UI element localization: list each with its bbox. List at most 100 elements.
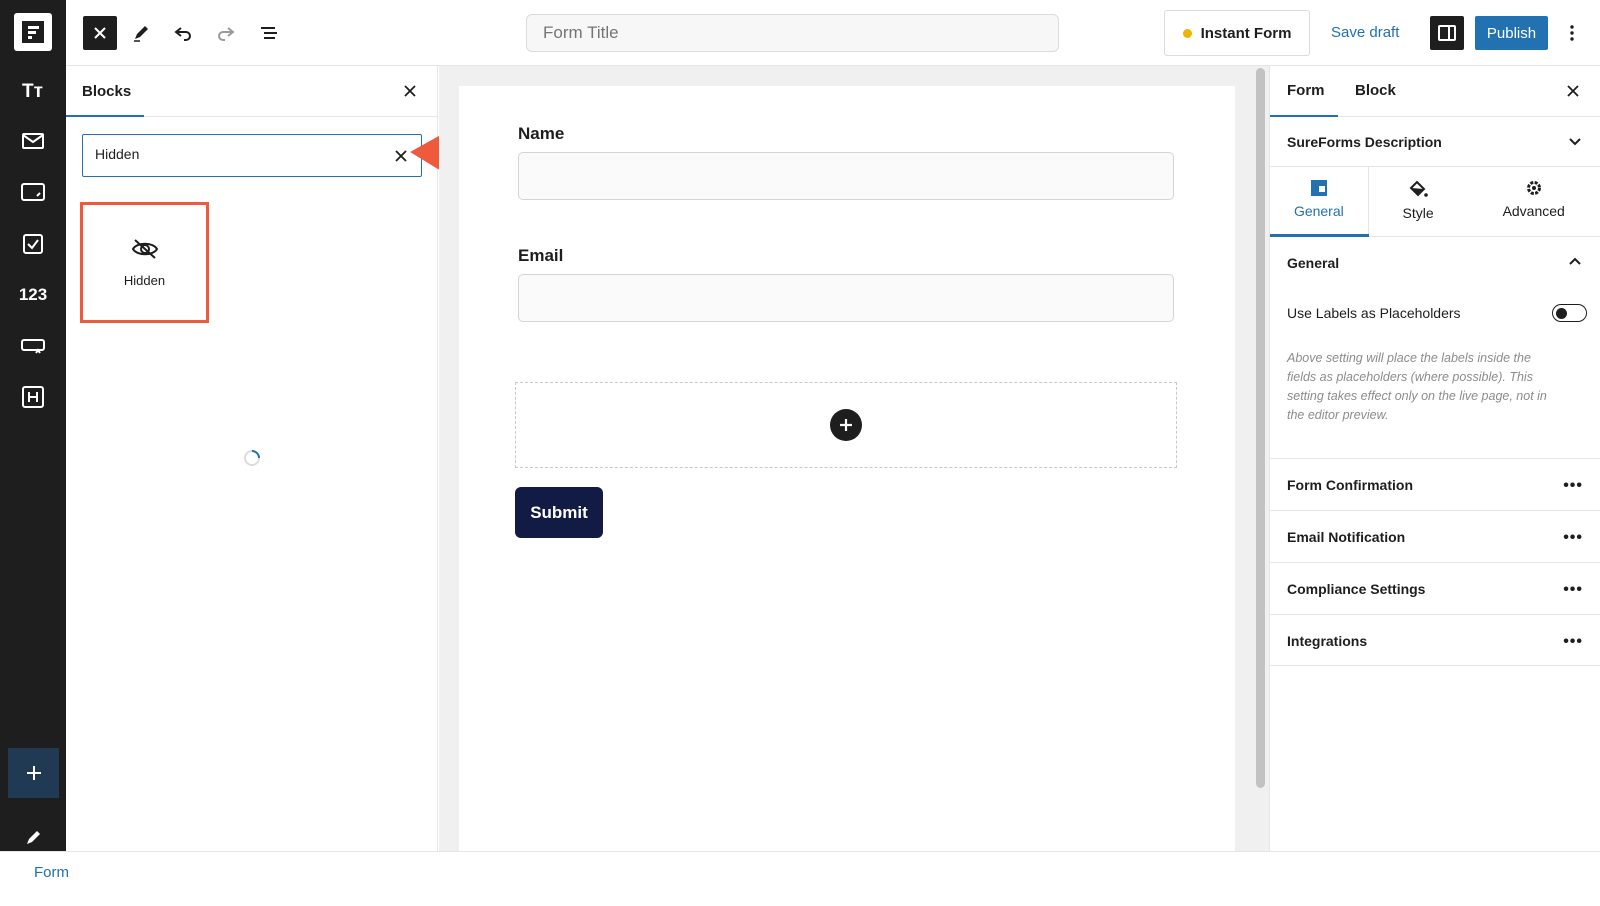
settings-sub-tabs: General Style Advanced xyxy=(1270,167,1600,237)
email-notification-row[interactable]: Email Notification ••• xyxy=(1270,510,1600,562)
more-horizontal-icon[interactable]: ••• xyxy=(1563,633,1583,651)
name-field-input[interactable] xyxy=(518,152,1174,200)
save-draft-button[interactable]: Save draft xyxy=(1331,24,1399,41)
settings-panel-toggle[interactable] xyxy=(1430,16,1464,50)
compliance-settings-row[interactable]: Compliance Settings ••• xyxy=(1270,562,1600,614)
name-field-label: Name xyxy=(518,124,565,143)
clear-icon xyxy=(395,150,407,162)
more-options-button[interactable] xyxy=(1562,16,1582,50)
footer-breadcrumb-bar: Form xyxy=(0,851,1600,906)
tab-block[interactable]: Block xyxy=(1355,82,1396,99)
sub-tab-general[interactable]: General xyxy=(1270,167,1369,237)
use-labels-placeholders-toggle[interactable] xyxy=(1552,304,1587,322)
top-toolbar: Instant Form Save draft Publish xyxy=(66,0,1600,66)
active-tab-indicator xyxy=(66,115,144,117)
sub-tab-style[interactable]: Style xyxy=(1369,167,1468,236)
use-labels-placeholders-row: Use Labels as Placeholders xyxy=(1287,301,1587,325)
svg-text:Tт: Tт xyxy=(22,81,43,102)
close-blocks-panel-button[interactable] xyxy=(399,80,421,102)
email-notification-label: Email Notification xyxy=(1287,529,1406,545)
block-search-input[interactable] xyxy=(95,146,375,162)
use-labels-placeholders-label: Use Labels as Placeholders xyxy=(1287,305,1461,321)
close-icon xyxy=(94,27,106,39)
submit-button[interactable]: Submit xyxy=(515,487,603,538)
close-sidebar-button[interactable] xyxy=(1562,80,1584,102)
blocks-panel: Blocks Hidden xyxy=(66,66,438,870)
typography-icon[interactable]: Tт xyxy=(0,70,66,110)
chevron-up-icon xyxy=(1569,257,1581,265)
general-panel-header[interactable]: General xyxy=(1270,237,1600,289)
form-canvas: Name Email Submit xyxy=(459,86,1235,870)
general-title: General xyxy=(1287,255,1340,271)
edit-tool-button[interactable] xyxy=(124,16,158,50)
loading-spinner-icon xyxy=(244,450,260,466)
publish-button[interactable]: Publish xyxy=(1475,16,1548,50)
more-horizontal-icon[interactable]: ••• xyxy=(1563,581,1583,599)
left-rail: Tт 123 xyxy=(0,0,66,870)
plus-icon xyxy=(26,766,41,780)
document-overview-button[interactable] xyxy=(252,16,286,50)
sureforms-logo[interactable] xyxy=(14,13,52,51)
instant-form-label: Instant Form xyxy=(1200,24,1292,42)
close-inserter-button[interactable] xyxy=(83,16,117,50)
kebab-icon xyxy=(1570,25,1574,41)
form-confirmation-label: Form Confirmation xyxy=(1287,477,1413,493)
gear-icon xyxy=(1526,181,1541,195)
description-panel-header[interactable]: SureForms Description xyxy=(1270,117,1600,167)
logo-icon xyxy=(22,21,44,43)
checkbox-icon[interactable] xyxy=(0,224,66,264)
more-horizontal-icon[interactable]: ••• xyxy=(1563,477,1583,495)
sidebar-toggle-icon xyxy=(1438,25,1456,41)
number-icon-label: 123 xyxy=(18,285,48,304)
settings-sidebar: Form Block SureForms Description General… xyxy=(1269,66,1600,870)
hidden-block-label: Hidden xyxy=(123,273,166,288)
email-field-label: Email xyxy=(518,246,564,265)
chevron-down-icon xyxy=(1569,138,1581,146)
blocks-panel-header: Blocks xyxy=(66,66,437,117)
sub-tab-advanced-label: Advanced xyxy=(1502,203,1565,219)
instant-form-button[interactable]: Instant Form xyxy=(1164,10,1310,56)
plus-icon xyxy=(840,419,852,431)
placeholder-help-text: Above setting will place the labels insi… xyxy=(1287,351,1547,422)
close-icon xyxy=(1567,85,1579,97)
pencil-icon xyxy=(134,26,148,42)
integrations-label: Integrations xyxy=(1287,633,1368,649)
sub-tab-advanced[interactable]: Advanced xyxy=(1467,167,1600,236)
toggle-knob xyxy=(1556,307,1567,319)
list-view-icon xyxy=(261,27,277,39)
sub-tab-style-label: Style xyxy=(1402,205,1434,221)
sidebar-tabs: Form Block xyxy=(1270,66,1600,117)
input-field-icon[interactable] xyxy=(0,172,66,212)
undo-icon xyxy=(174,27,191,41)
heading-icon[interactable] xyxy=(0,377,66,417)
dropdown-icon[interactable] xyxy=(0,326,66,366)
general-icon xyxy=(1310,180,1327,196)
number-icon[interactable]: 123 xyxy=(0,275,66,315)
add-block-button[interactable] xyxy=(8,748,59,798)
block-search-box xyxy=(82,134,422,177)
close-icon xyxy=(404,85,416,97)
envelope-icon[interactable] xyxy=(0,121,66,161)
tab-form[interactable]: Form xyxy=(1287,82,1325,99)
integrations-row[interactable]: Integrations ••• xyxy=(1270,614,1600,666)
sub-tab-general-label: General xyxy=(1293,203,1344,219)
canvas-scrollbar[interactable] xyxy=(1256,68,1265,788)
form-confirmation-row[interactable]: Form Confirmation ••• xyxy=(1270,458,1600,510)
paint-bucket-icon xyxy=(1409,180,1428,197)
blocks-tab[interactable]: Blocks xyxy=(82,83,131,100)
clear-search-button[interactable] xyxy=(391,146,411,166)
eye-slash-icon xyxy=(131,239,158,259)
compliance-settings-label: Compliance Settings xyxy=(1287,581,1426,597)
status-dot xyxy=(1182,28,1192,38)
description-title: SureForms Description xyxy=(1287,134,1442,150)
form-title-input[interactable] xyxy=(526,14,1059,52)
redo-button[interactable] xyxy=(209,16,243,50)
undo-button[interactable] xyxy=(166,16,200,50)
hidden-block-item[interactable]: Hidden xyxy=(80,202,209,323)
add-block-plus-button[interactable] xyxy=(830,409,862,441)
more-horizontal-icon[interactable]: ••• xyxy=(1563,529,1583,547)
block-dropzone[interactable] xyxy=(515,382,1177,468)
breadcrumb-form[interactable]: Form xyxy=(34,864,69,881)
email-field-input[interactable] xyxy=(518,274,1174,322)
redo-icon xyxy=(218,27,235,41)
